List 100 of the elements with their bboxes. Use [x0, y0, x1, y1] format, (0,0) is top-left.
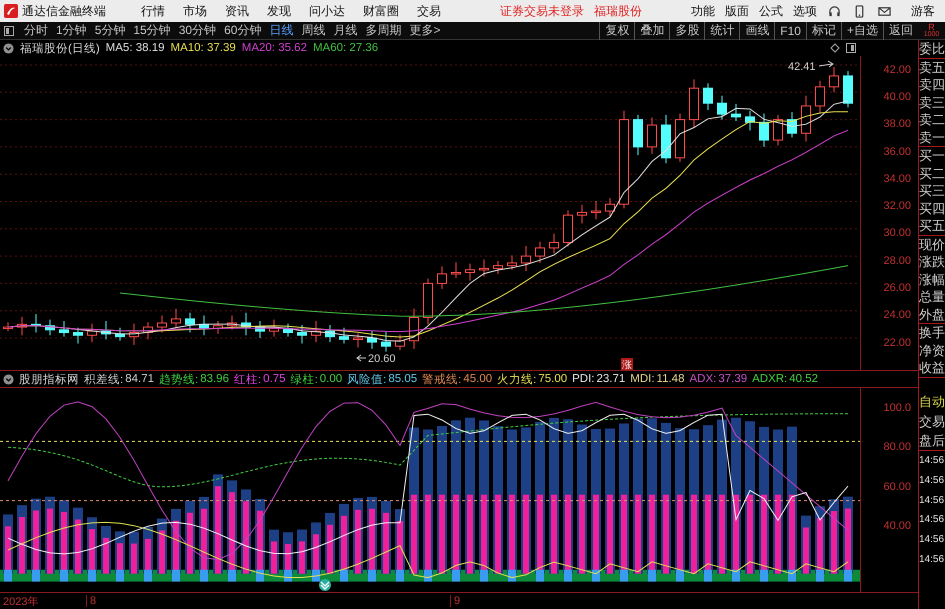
- chart-title: 福瑞股份(日线): [20, 42, 100, 56]
- chevron-circle-icon[interactable]: [319, 579, 331, 591]
- indicator-axis-label: 60.00: [882, 480, 912, 495]
- trade-time: 14:56: [919, 474, 945, 488]
- period-tab[interactable]: 多周期: [361, 22, 406, 39]
- indicator-value: 37.39: [718, 373, 748, 385]
- menu-item[interactable]: 选项: [788, 2, 822, 20]
- panel-label: 盘后: [919, 432, 945, 450]
- indicator-label: PDI:: [572, 373, 594, 385]
- period-tab[interactable]: 1分钟: [52, 22, 91, 39]
- toolbar-button[interactable]: +自选: [840, 22, 883, 40]
- moving-average-value: MA5: 38.19: [106, 42, 164, 54]
- quote-label: 涨幅: [919, 270, 945, 288]
- high-price-label: 42.41: [788, 61, 816, 73]
- quote-label: 总量: [919, 288, 945, 306]
- quote-label: 卖三: [919, 94, 945, 111]
- indicator-axis-label: 80.00: [882, 440, 912, 456]
- trade-time: 14:56: [919, 494, 945, 508]
- quote-label: 买四: [919, 200, 945, 217]
- indicator-value: 40.52: [789, 373, 818, 385]
- panel-toggle-icon[interactable]: [4, 26, 14, 36]
- corner-label: R: [928, 22, 935, 30]
- toolbar-button[interactable]: 统计: [704, 22, 740, 40]
- indicator-value: 11.48: [656, 373, 684, 385]
- quote-label: 收益: [919, 359, 945, 376]
- indicator-value: 83.96: [200, 373, 229, 385]
- indicator-label: 积差线:: [84, 372, 124, 386]
- headset-icon[interactable]: [828, 4, 841, 18]
- menu-item[interactable]: 功能: [686, 2, 720, 20]
- date-axis-label: 2023年: [2, 594, 40, 608]
- menu-item[interactable]: 问小达: [300, 2, 354, 20]
- quote-label: 委比: [919, 40, 945, 58]
- app-title: 通达信金融终端: [22, 2, 106, 20]
- indicator-value: 45.00: [463, 373, 492, 385]
- indicator-axis-label: 100.0: [882, 400, 912, 416]
- quote-label: 现价: [919, 236, 945, 253]
- mail-icon[interactable]: [878, 4, 891, 18]
- menu-item[interactable]: 资讯: [216, 2, 258, 20]
- menu-item[interactable]: 市场: [174, 2, 216, 20]
- period-tab[interactable]: 更多>: [405, 22, 444, 39]
- quote-label: 卖二: [919, 111, 945, 128]
- period-tab[interactable]: 周线: [297, 22, 330, 39]
- rise-marker-badge: 涨: [621, 358, 633, 370]
- period-tab[interactable]: 日线: [265, 22, 298, 39]
- period-tab[interactable]: 月线: [329, 22, 362, 39]
- indicator-label: 绿柱:: [290, 372, 318, 386]
- user-label[interactable]: 游客: [911, 2, 935, 20]
- moving-average-value: MA10: 37.39: [170, 42, 236, 54]
- panel-toggle-icon[interactable]: [846, 43, 856, 53]
- quote-label: 卖五: [919, 58, 945, 76]
- mode-label[interactable]: 自动: [919, 392, 945, 412]
- price-axis-label: 38.00: [882, 117, 912, 132]
- arrow-icon: [356, 354, 366, 362]
- period-tab[interactable]: 60分钟: [220, 22, 266, 39]
- menu-item[interactable]: 交易: [408, 2, 450, 20]
- quote-label: 净资: [919, 342, 945, 359]
- trade-time: 14:56: [919, 552, 945, 567]
- toolbar-button[interactable]: 标记: [806, 22, 841, 40]
- quote-label: 换手: [919, 324, 945, 342]
- period-tab[interactable]: 5分钟: [90, 22, 130, 39]
- logo-icon: [4, 4, 18, 18]
- quote-label: 外盘: [919, 306, 945, 323]
- indicator-value: 0.00: [320, 373, 342, 385]
- price-axis-label: 28.00: [882, 254, 912, 269]
- quote-label: 卖四: [919, 76, 945, 94]
- quote-label: 卖一: [919, 128, 945, 146]
- menu-item[interactable]: 发现: [258, 2, 300, 20]
- indicator-value: 23.71: [596, 373, 626, 385]
- quote-label: 买二: [919, 164, 945, 182]
- toolbar-button[interactable]: 复权: [599, 22, 634, 40]
- quote-label: 涨跌: [919, 253, 945, 270]
- period-tab[interactable]: 15分钟: [129, 22, 175, 39]
- indicator-label: 风险值:: [347, 372, 386, 386]
- price-axis-label: 40.00: [882, 90, 912, 105]
- date-axis-label: 8: [86, 595, 450, 607]
- indicator-label: 火力线:: [497, 372, 536, 386]
- trade-time: 14:56: [919, 533, 945, 548]
- period-tab[interactable]: 30分钟: [174, 22, 220, 39]
- toolbar-button[interactable]: 返回: [883, 22, 918, 40]
- toolbar-button[interactable]: F10: [774, 22, 806, 40]
- toolbar-button[interactable]: 画线: [739, 22, 774, 40]
- period-tab[interactable]: 分时: [20, 22, 52, 39]
- menu-item[interactable]: 财富圈: [354, 2, 408, 20]
- panel-label: 交易: [919, 413, 945, 431]
- stock-link[interactable]: 福瑞股份: [594, 2, 642, 20]
- diamond-icon[interactable]: [830, 43, 840, 53]
- quote-label: 买一: [919, 147, 945, 164]
- indicator-name: 股朋指标网: [19, 372, 79, 386]
- indicator-value: 75.00: [538, 373, 568, 385]
- indicator-label: ADXR:: [752, 373, 788, 385]
- moving-average-value: MA20: 35.62: [242, 42, 307, 54]
- price-axis-label: 22.00: [882, 336, 912, 351]
- toolbar-button[interactable]: 多股: [669, 22, 704, 40]
- indicator-value: 84.71: [125, 373, 154, 385]
- menu-item[interactable]: 公式: [754, 2, 788, 20]
- quote-label: 买五: [919, 217, 945, 234]
- menu-item[interactable]: 行情: [132, 2, 174, 20]
- toolbar-button[interactable]: 叠加: [634, 22, 670, 40]
- menu-item[interactable]: 版面: [720, 2, 754, 20]
- phone-icon[interactable]: [853, 4, 866, 18]
